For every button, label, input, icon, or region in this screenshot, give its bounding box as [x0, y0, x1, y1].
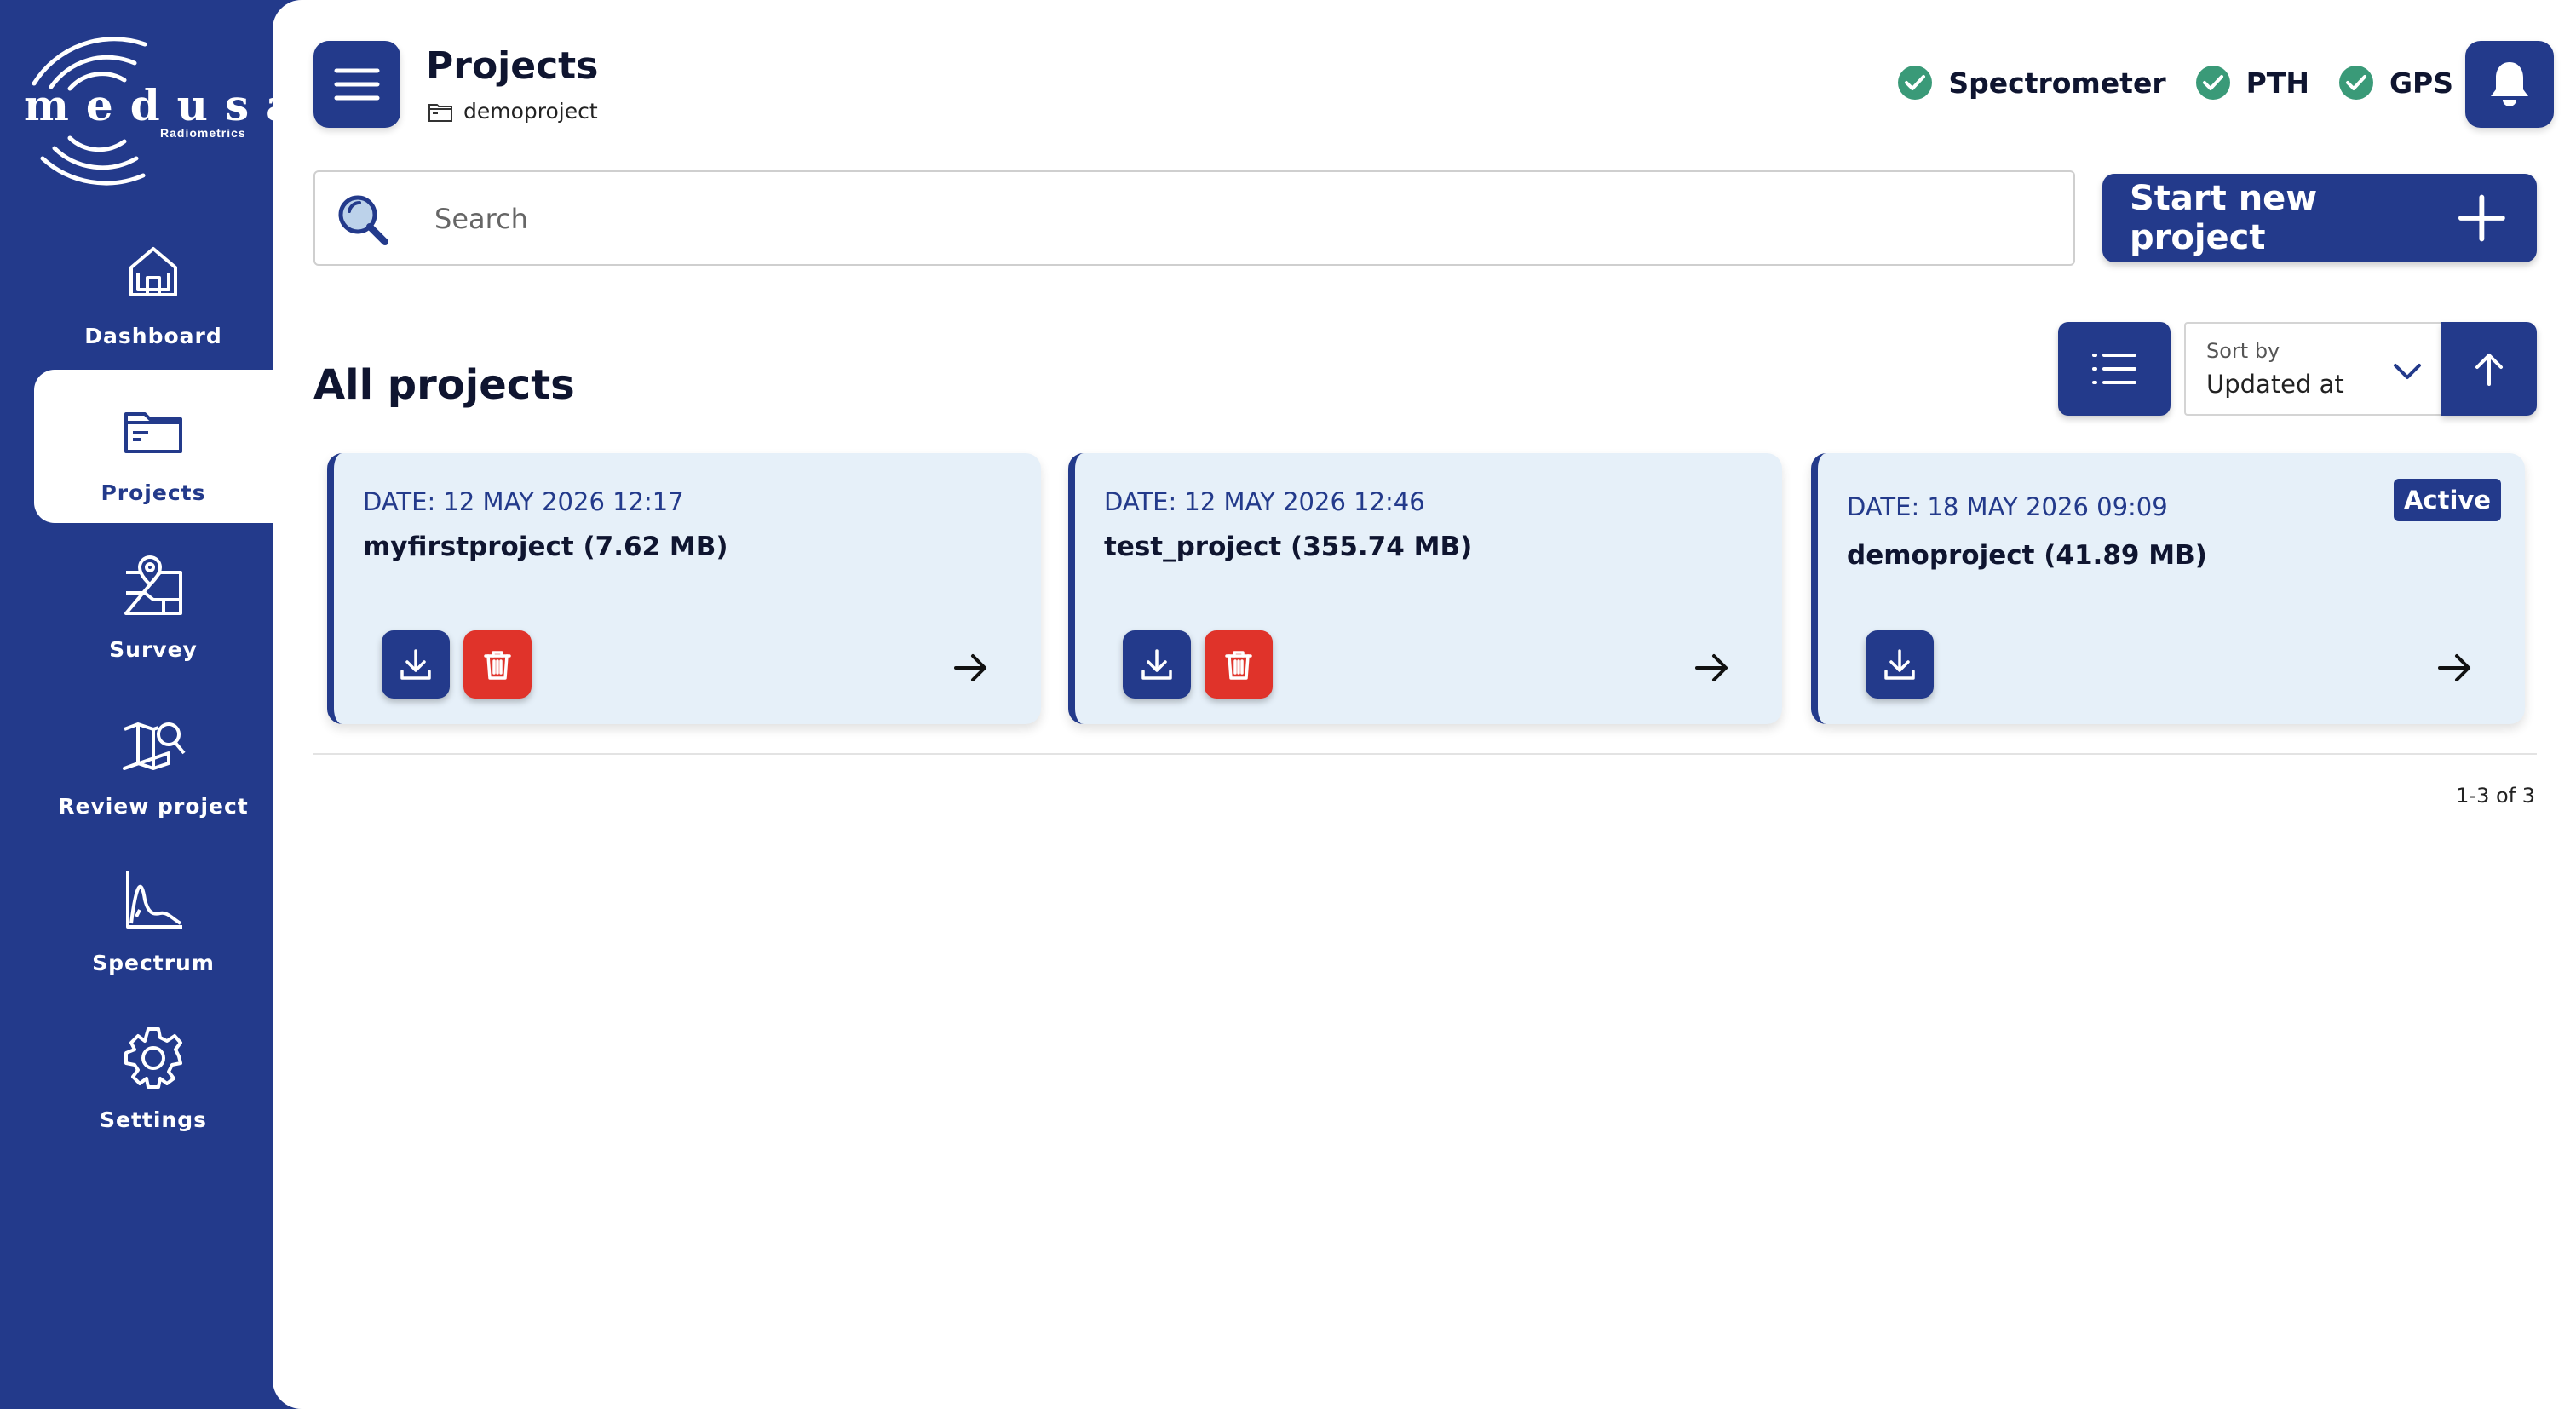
- download-button[interactable]: [1123, 630, 1191, 699]
- download-icon: [1884, 649, 1915, 680]
- chevron-down-icon: [2394, 364, 2421, 379]
- arrow-right-icon[interactable]: [2436, 649, 2474, 687]
- status-gps: GPS: [2338, 65, 2453, 101]
- download-button[interactable]: [1866, 630, 1934, 699]
- sidebar-item-label: Survey: [109, 637, 198, 662]
- plus-icon: [2458, 194, 2506, 242]
- list-icon: [2092, 354, 2136, 384]
- gear-icon: [124, 1027, 182, 1089]
- main-content: Projects demoproject Spectrometer PTH GP…: [273, 0, 2576, 1409]
- sidebar-item-label: Projects: [101, 480, 206, 505]
- breadcrumb-label: demoproject: [463, 99, 598, 124]
- sort-select[interactable]: Sort by Updated at: [2184, 322, 2445, 416]
- project-card[interactable]: DATE: 12 MAY 2026 12:46 test_project (35…: [1068, 453, 1782, 724]
- sidebar-item-label: Dashboard: [84, 324, 222, 348]
- trash-icon: [1225, 651, 1252, 680]
- sidebar-item-review-project[interactable]: Review project: [34, 683, 273, 837]
- brand-name: medusa: [24, 80, 311, 130]
- breadcrumb[interactable]: demoproject: [428, 99, 598, 124]
- arrow-up-icon: [2475, 354, 2503, 386]
- sidebar-item-label: Review project: [58, 794, 249, 819]
- status-label: Spectrometer: [1948, 66, 2166, 100]
- sort-value: Updated at: [2206, 370, 2344, 399]
- page-title: Projects: [426, 44, 599, 88]
- menu-button[interactable]: [313, 41, 400, 128]
- arrow-right-icon[interactable]: [1693, 649, 1731, 687]
- section-title: All projects: [313, 361, 575, 409]
- trash-icon: [484, 651, 511, 680]
- notifications-button[interactable]: [2465, 41, 2554, 128]
- chart-spectrum-icon: [126, 871, 182, 929]
- status-label: PTH: [2245, 66, 2309, 100]
- sidebar-item-settings[interactable]: Settings: [34, 997, 273, 1150]
- sort-label: Sort by: [2206, 339, 2280, 363]
- project-actions: [1123, 630, 1273, 699]
- arrow-right-icon[interactable]: [952, 649, 990, 687]
- sidebar-item-dashboard[interactable]: Dashboard: [34, 213, 273, 366]
- divider: [313, 753, 2537, 755]
- delete-button[interactable]: [463, 630, 532, 699]
- sidebar: medusa Radiometrics Dashboard Projects S…: [0, 0, 311, 1409]
- search-icon: [338, 195, 388, 245]
- device-status-row: Spectrometer PTH GPS: [1897, 65, 2453, 101]
- status-pth: PTH: [2195, 65, 2309, 101]
- project-actions: [382, 630, 532, 699]
- search-input[interactable]: [434, 189, 2036, 249]
- sidebar-item-label: Settings: [99, 1107, 207, 1132]
- project-name: test_project (355.74 MB): [1104, 532, 1473, 562]
- download-button[interactable]: [382, 630, 450, 699]
- active-badge: Active: [2393, 479, 2501, 521]
- status-label: GPS: [2389, 66, 2453, 100]
- hamburger-icon: [334, 68, 380, 101]
- sidebar-item-projects[interactable]: Projects: [34, 370, 273, 523]
- list-view-button[interactable]: [2058, 322, 2171, 416]
- project-card-active[interactable]: DATE: 18 MAY 2026 09:09 Active demoproje…: [1811, 453, 2525, 724]
- map-pin-icon: [124, 555, 182, 615]
- project-name: demoproject (41.89 MB): [1847, 540, 2207, 571]
- status-spectrometer: Spectrometer: [1897, 65, 2166, 101]
- brand-sub: Radiometrics: [160, 126, 246, 140]
- search-box: [313, 170, 2075, 266]
- project-actions: [1866, 630, 1934, 699]
- start-new-project-button[interactable]: Start new project: [2102, 174, 2537, 262]
- check-circle-icon: [2338, 66, 2373, 100]
- folder-small-icon: [428, 103, 452, 122]
- start-new-project-label: Start new project: [2130, 179, 2318, 257]
- medusa-logo: medusa Radiometrics: [17, 34, 311, 187]
- download-icon: [1141, 649, 1172, 680]
- pagination-info: 1-3 of 3: [2456, 784, 2535, 808]
- sidebar-item-spectrum[interactable]: Spectrum: [34, 840, 273, 993]
- project-date: DATE: 18 MAY 2026 09:09: [1847, 492, 2168, 521]
- project-date: DATE: 12 MAY 2026 12:17: [363, 487, 684, 516]
- check-circle-icon: [1898, 66, 1933, 100]
- project-card[interactable]: DATE: 12 MAY 2026 12:17 myfirstproject (…: [327, 453, 1041, 724]
- download-icon: [400, 649, 431, 680]
- sidebar-item-survey[interactable]: Survey: [34, 526, 273, 680]
- sort-direction-button[interactable]: [2441, 322, 2537, 416]
- delete-button[interactable]: [1205, 630, 1273, 699]
- project-name: myfirstproject (7.62 MB): [363, 532, 728, 562]
- folder-icon: [124, 412, 182, 453]
- home-icon: [129, 247, 177, 296]
- bell-icon: [2491, 62, 2528, 106]
- check-circle-icon: [2195, 66, 2230, 100]
- sidebar-item-label: Spectrum: [92, 951, 215, 975]
- project-date: DATE: 12 MAY 2026 12:46: [1104, 487, 1425, 516]
- map-search-icon: [123, 722, 186, 770]
